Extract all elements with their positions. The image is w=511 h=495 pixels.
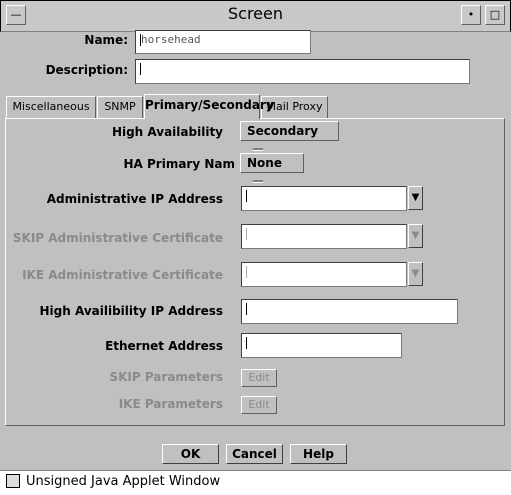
choice-indicator-icon bbox=[253, 148, 263, 151]
triangle-down-icon: ▼ bbox=[411, 268, 420, 279]
status-text: Unsigned Java Applet Window bbox=[26, 474, 221, 489]
skip-params-label: SKIP Parameters bbox=[109, 370, 223, 384]
help-button[interactable]: Help bbox=[290, 444, 347, 464]
ike-params-label: IKE Parameters bbox=[118, 397, 223, 411]
ok-button[interactable]: OK bbox=[162, 444, 219, 464]
ethernet-label: Ethernet Address bbox=[105, 339, 223, 353]
text-cursor bbox=[246, 337, 247, 349]
ike-cert-dropdown-button: ▼ bbox=[408, 262, 423, 286]
text-cursor bbox=[140, 63, 141, 75]
choice-indicator-icon bbox=[253, 180, 263, 183]
skip-params-edit-button: Edit bbox=[241, 369, 277, 387]
skip-cert-label: SKIP Administrative Certificate bbox=[12, 231, 223, 245]
ha-choice[interactable]: Secondary bbox=[240, 121, 339, 151]
ike-cert-label: IKE Administrative Certificate bbox=[22, 268, 223, 282]
description-field[interactable] bbox=[135, 59, 470, 84]
minimize-button[interactable]: • bbox=[461, 5, 481, 25]
window-title: Screen bbox=[227, 4, 283, 23]
text-cursor bbox=[246, 228, 247, 240]
ha-ip-label: High Availibility IP Address bbox=[39, 304, 224, 318]
admin-ip-field[interactable] bbox=[241, 186, 407, 211]
ike-cert-field bbox=[241, 262, 407, 287]
text-cursor bbox=[246, 266, 247, 278]
tab-primary-secondary[interactable]: Primary/Secondary bbox=[144, 94, 274, 119]
ha-label: High Availability bbox=[111, 125, 223, 139]
triangle-down-icon: ▼ bbox=[411, 192, 420, 203]
ha-primary-choice[interactable]: None bbox=[240, 153, 304, 183]
admin-ip-dropdown-button[interactable]: ▼ bbox=[408, 186, 423, 210]
maximize-button[interactable]: □ bbox=[485, 5, 505, 25]
ha-primary-value: None bbox=[247, 156, 282, 170]
cancel-button[interactable]: Cancel bbox=[226, 444, 283, 464]
java-applet-icon bbox=[6, 474, 20, 488]
text-cursor bbox=[246, 303, 247, 315]
ike-params-edit-button: Edit bbox=[241, 396, 277, 414]
ha-primary-label: HA Primary Nam bbox=[123, 157, 236, 171]
name-label: Name: bbox=[84, 33, 128, 47]
ha-ip-field[interactable] bbox=[241, 299, 458, 324]
description-label: Description: bbox=[45, 63, 128, 77]
ha-choice-value: Secondary bbox=[247, 124, 319, 138]
name-value: horsehead bbox=[141, 33, 201, 46]
tab-miscellaneous[interactable]: Miscellaneous bbox=[6, 96, 96, 118]
name-field[interactable]: horsehead bbox=[135, 30, 311, 54]
ethernet-field[interactable] bbox=[241, 333, 402, 358]
admin-ip-label: Administrative IP Address bbox=[46, 192, 223, 206]
skip-cert-dropdown-button: ▼ bbox=[408, 224, 423, 248]
triangle-down-icon: ▼ bbox=[411, 230, 420, 241]
text-cursor bbox=[246, 190, 247, 202]
skip-cert-field bbox=[241, 224, 407, 249]
tab-snmp[interactable]: SNMP bbox=[97, 96, 143, 118]
